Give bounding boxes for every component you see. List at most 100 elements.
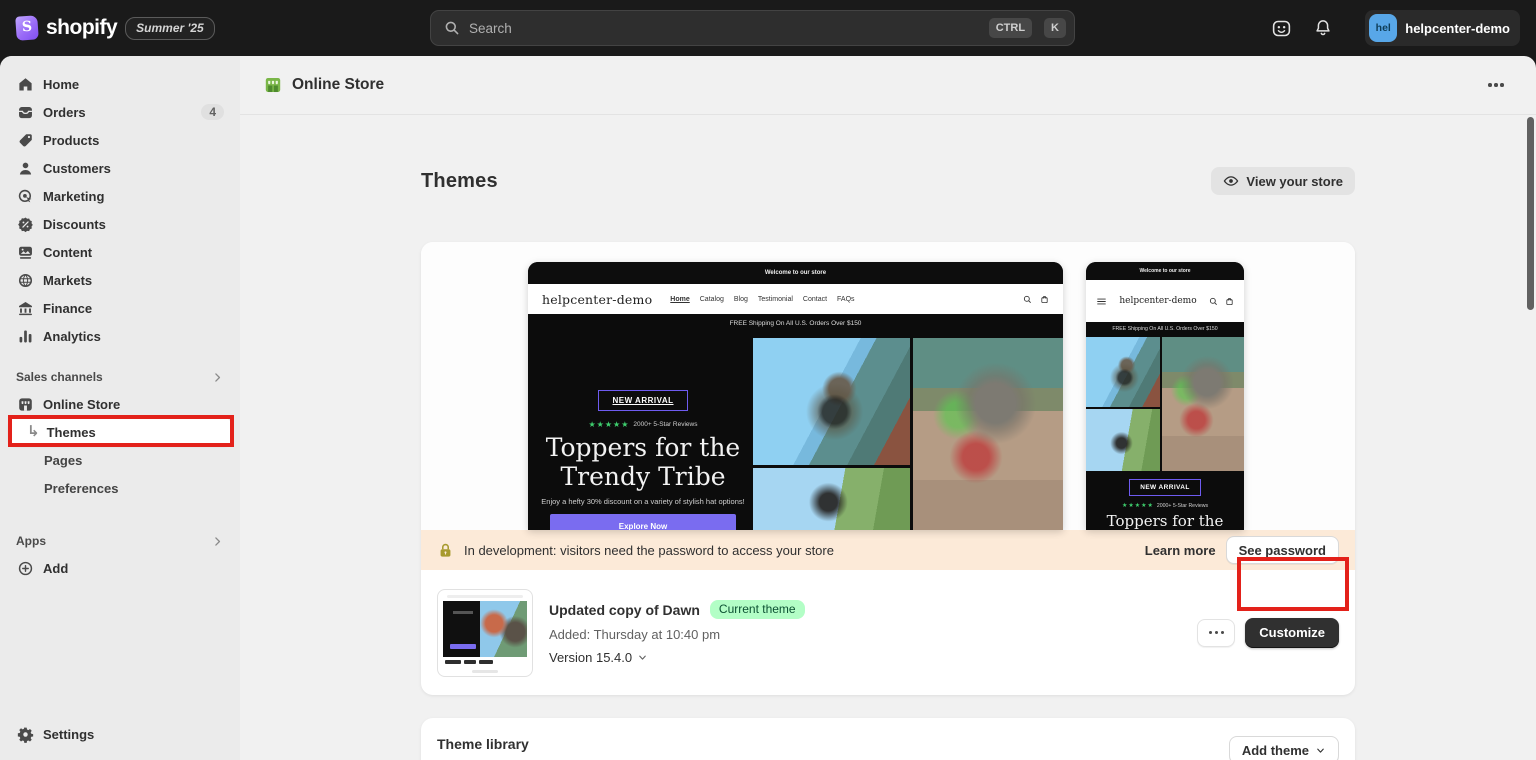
preview-bag-icon [1040, 295, 1049, 304]
preview-hero: FREE Shipping On All U.S. Orders Over $1… [528, 314, 1063, 530]
sidebar-item-finance[interactable]: Finance [8, 294, 232, 322]
sidebar-item-customers[interactable]: Customers [8, 154, 232, 182]
mobile-preview: Welcome to our store helpcenter-demo [1086, 262, 1244, 530]
app-title: Online Store [264, 76, 384, 94]
sales-channels-header[interactable]: Sales channels [8, 364, 232, 390]
preview-announcement: Welcome to our store [528, 262, 1063, 284]
apps-header[interactable]: Apps [8, 528, 232, 554]
online-store-icon [264, 76, 282, 94]
bar-chart-icon [16, 327, 34, 345]
topbar: S shopify Summer '25 CTRL K hel helpcent… [0, 0, 1536, 56]
development-banner: In development: visitors need the passwo… [421, 530, 1355, 570]
theme-version-selector[interactable]: Version 15.4.0 [549, 650, 1181, 665]
hero-photo-3 [913, 338, 1063, 530]
avatar: hel [1369, 14, 1397, 42]
preview-search-icon [1209, 297, 1218, 306]
release-badge: Summer '25 [125, 17, 215, 40]
sidebar-item-pages[interactable]: Pages [8, 446, 232, 474]
search-input[interactable] [469, 21, 981, 36]
app-header-more-button[interactable] [1480, 72, 1512, 98]
see-password-button[interactable]: See password [1226, 536, 1339, 564]
theme-thumbnail [437, 589, 533, 677]
notifications-button[interactable] [1307, 12, 1339, 44]
hero-photo-2 [753, 468, 910, 530]
sidebar-item-online-store[interactable]: Online Store [8, 390, 232, 418]
theme-added-date: Added: Thursday at 10:40 pm [549, 627, 1181, 642]
theme-more-button[interactable] [1197, 619, 1235, 647]
theme-library-card: Theme library These themes are only visi… [421, 718, 1355, 760]
user-menu[interactable]: hel helpcenter-demo [1365, 10, 1520, 46]
hero-photo-1 [753, 338, 910, 465]
theme-name: Updated copy of Dawn [549, 602, 700, 618]
content-icon [16, 243, 34, 261]
customize-button[interactable]: Customize [1245, 618, 1339, 648]
home-icon [16, 75, 34, 93]
shopify-logo-icon[interactable]: S [15, 15, 39, 40]
sidebar-item-marketing[interactable]: Marketing [8, 182, 232, 210]
chevron-down-icon [637, 652, 648, 663]
sidebar-item-add-app[interactable]: Add [8, 554, 232, 582]
shopify-logo-text[interactable]: shopify [46, 16, 117, 40]
learn-more-button[interactable]: Learn more [1145, 543, 1216, 558]
global-search[interactable]: CTRL K [430, 10, 1075, 46]
storefront-icon [16, 395, 34, 413]
theme-library-title: Theme library [437, 736, 1229, 752]
preview-bag-icon [1225, 297, 1234, 306]
lock-icon [437, 542, 454, 559]
gear-icon [16, 725, 34, 743]
sidebar-item-home[interactable]: Home [8, 70, 232, 98]
hero-photo-1 [1086, 337, 1160, 407]
shortcut-k: K [1044, 18, 1066, 38]
sidebar-item-themes[interactable]: ↳ Themes [8, 418, 232, 446]
sidebar-item-discounts[interactable]: Discounts [8, 210, 232, 238]
sidebar-item-analytics[interactable]: Analytics [8, 322, 232, 350]
scrollbar-thumb[interactable] [1527, 117, 1534, 310]
chevron-down-icon [1315, 745, 1326, 756]
chevron-right-icon [211, 535, 224, 548]
sidebar-item-orders[interactable]: Orders 4 [8, 98, 232, 126]
globe-icon [16, 271, 34, 289]
workspace: Home Orders 4 Products Customers Marketi… [0, 56, 1536, 760]
person-icon [16, 159, 34, 177]
discount-icon [16, 215, 34, 233]
page-content: Themes View your store Welcome to our st… [240, 115, 1536, 760]
bank-icon [16, 299, 34, 317]
theme-preview-image: Welcome to our store helpcenter-demo Hom… [421, 242, 1355, 530]
sidebar-item-settings[interactable]: Settings [8, 720, 232, 748]
desktop-preview: Welcome to our store helpcenter-demo Hom… [528, 262, 1063, 530]
hamburger-icon [1096, 296, 1107, 307]
hero-photo-2 [1086, 409, 1160, 471]
view-your-store-button[interactable]: View your store [1211, 167, 1355, 195]
hero-photo-3 [1162, 337, 1244, 471]
main-area: Online Store Themes View your store [240, 56, 1536, 760]
preview-search-icon [1023, 295, 1032, 304]
chevron-right-icon [211, 371, 224, 384]
development-banner-text: In development: visitors need the passwo… [464, 543, 834, 558]
preview-navbar: helpcenter-demo Home Catalog Blog Testim… [528, 284, 1063, 314]
orders-icon [16, 103, 34, 121]
store-name: helpcenter-demo [1405, 21, 1510, 36]
sidekick-button[interactable] [1265, 12, 1297, 44]
sidebar-item-markets[interactable]: Markets [8, 266, 232, 294]
shortcut-ctrl: CTRL [989, 18, 1032, 38]
nested-arrow-icon: ↳ [27, 422, 40, 440]
current-theme-card: Welcome to our store helpcenter-demo Hom… [421, 242, 1355, 695]
theme-info-row: Updated copy of Dawn Current theme Added… [421, 570, 1355, 695]
eye-icon [1223, 173, 1239, 189]
tag-icon [16, 131, 34, 149]
app-header: Online Store [240, 56, 1536, 115]
orders-count-badge: 4 [201, 104, 224, 120]
sidebar-item-content[interactable]: Content [8, 238, 232, 266]
marketing-icon [16, 187, 34, 205]
hero-photo-collage [753, 338, 1063, 530]
page-title: Themes [421, 170, 498, 193]
plus-circle-icon [16, 559, 34, 577]
current-theme-badge: Current theme [710, 600, 805, 619]
search-icon [443, 19, 461, 37]
sidebar: Home Orders 4 Products Customers Marketi… [0, 56, 240, 760]
bell-icon [1313, 18, 1333, 38]
sidebar-item-preferences[interactable]: Preferences [8, 474, 232, 502]
sidekick-icon [1271, 18, 1292, 39]
sidebar-item-products[interactable]: Products [8, 126, 232, 154]
add-theme-button[interactable]: Add theme [1229, 736, 1339, 760]
